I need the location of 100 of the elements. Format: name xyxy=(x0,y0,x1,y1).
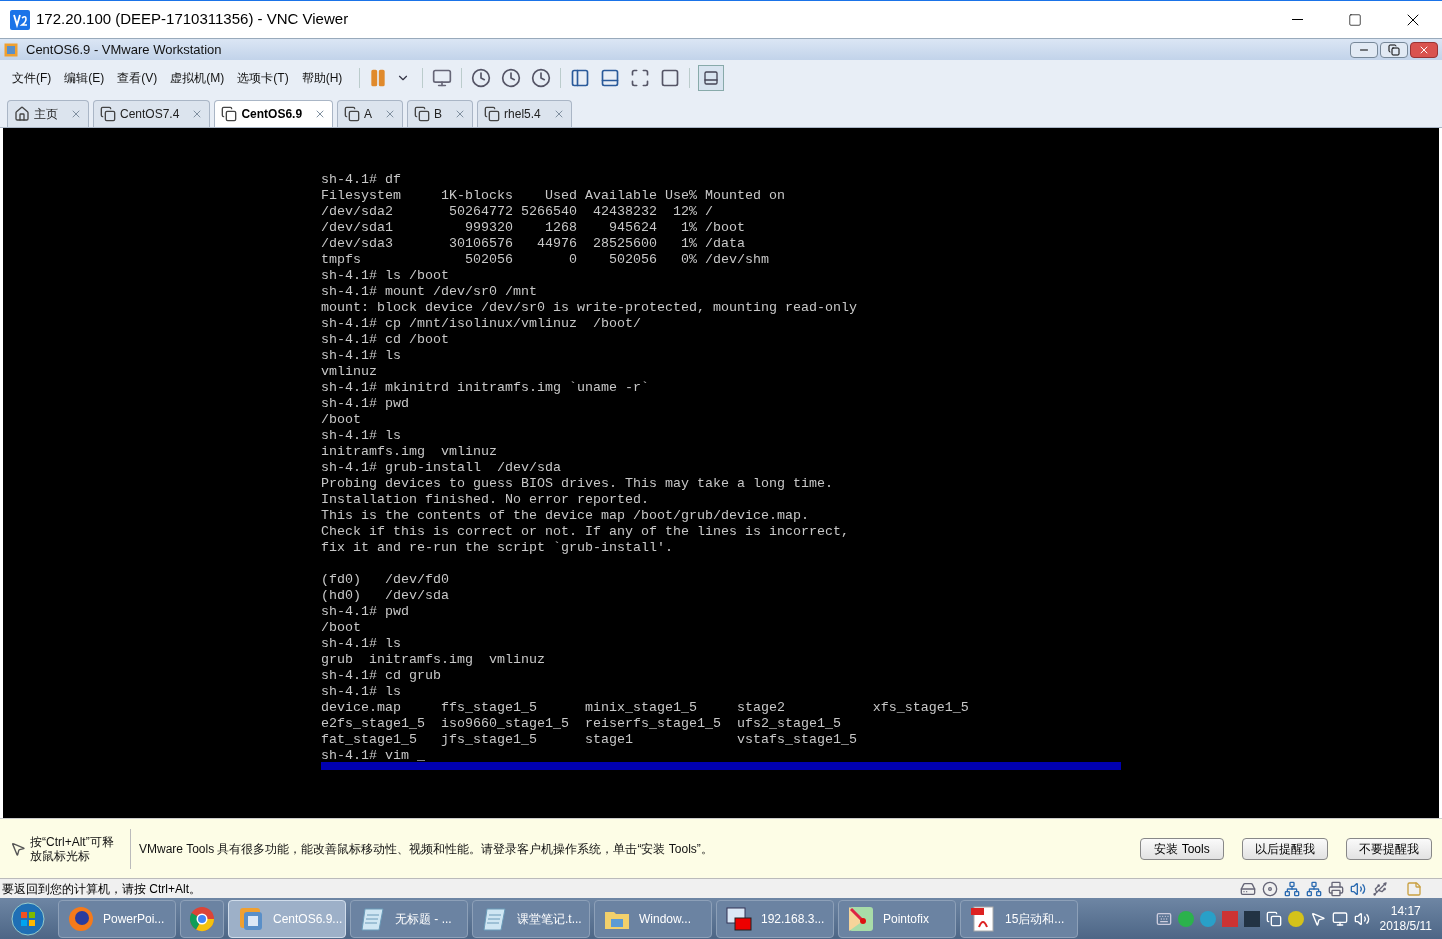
notice-button[interactable]: 不要提醒我 xyxy=(1346,837,1432,860)
terminal-line: /boot xyxy=(321,620,361,636)
thumbnail-bar-icon[interactable] xyxy=(600,68,621,88)
notice-button[interactable]: 安装 Tools xyxy=(1140,837,1224,860)
taskbar-label: PowerPoi... xyxy=(103,910,165,928)
keyboard-icon[interactable] xyxy=(1155,910,1172,927)
terminal-line: device.map ffs_stage1_5 minix_stage1_5 stage2 xfs_stage1_5 xyxy=(321,700,969,716)
minimize-button[interactable] xyxy=(1350,41,1378,58)
tab-label: CentOS6.9 xyxy=(241,106,303,123)
clock-date: 2018/5/11 xyxy=(1379,918,1432,934)
disc-icon[interactable] xyxy=(1262,880,1278,897)
restore-button[interactable] xyxy=(1380,41,1408,58)
close-button[interactable] xyxy=(1410,41,1438,58)
home-icon xyxy=(14,106,30,122)
start-orb-icon xyxy=(11,901,45,936)
terminal-line: sh-4.1# grub-install /dev/sda xyxy=(321,460,561,476)
speaker-icon[interactable] xyxy=(1350,880,1366,897)
window-icon[interactable] xyxy=(1265,910,1282,927)
terminal-line: sh-4.1# ls xyxy=(321,428,401,444)
console-view-button[interactable] xyxy=(698,65,725,91)
tab[interactable]: CentOS6.9 xyxy=(214,100,334,127)
tab[interactable]: rhel5.4 xyxy=(477,100,572,127)
terminal-line: sh-4.1# pwd xyxy=(321,604,409,620)
taskbar-item[interactable]: Pointofix xyxy=(838,899,956,938)
terminal-line: vmlinuz xyxy=(321,364,377,380)
pdf-icon xyxy=(969,904,997,933)
fullscreen-icon[interactable] xyxy=(630,68,651,88)
taskbar-label: 15启动和... xyxy=(1005,910,1065,928)
terminal-line: Installation finished. No error reported. xyxy=(321,492,649,508)
taskbar-item[interactable]: PowerPoi... xyxy=(58,899,176,938)
taskbar-item[interactable]: 无标题 - ... xyxy=(350,899,468,938)
network-icon[interactable] xyxy=(1306,880,1322,897)
taskbar-item[interactable]: 15启动和... xyxy=(960,899,1078,938)
tab[interactable]: 主页 xyxy=(7,100,89,127)
network-icon[interactable] xyxy=(1284,880,1300,897)
terminal-line: sh-4.1# ls xyxy=(321,636,401,652)
clock-time: 14:17 xyxy=(1390,903,1421,919)
console-view-icon xyxy=(703,70,720,86)
menu-item[interactable]: 查看(V) xyxy=(117,69,158,87)
taskbar-label: 192.168.3... xyxy=(761,910,825,928)
app-icon xyxy=(10,9,30,30)
tab[interactable]: B xyxy=(407,100,474,127)
taskbar-label: CentOS6.9... xyxy=(273,910,343,928)
app-tray-icon[interactable] xyxy=(1243,910,1260,927)
menu-item[interactable]: 虚拟机(M) xyxy=(170,69,225,87)
terminal-line: sh-4.1# ls xyxy=(321,348,401,364)
terminal-line: sh-4.1# vim _ xyxy=(321,748,425,764)
terminal-line: (fd0) /dev/fd0 xyxy=(321,572,449,588)
snapshot-icon[interactable] xyxy=(471,68,492,88)
taskbar-item[interactable] xyxy=(180,899,224,938)
terminal-line: /dev/sda1 999320 1268 945624 1% /boot xyxy=(321,220,745,236)
terminal-line: grub initramfs.img vmlinuz xyxy=(321,652,545,668)
pointer-icon[interactable] xyxy=(1309,910,1326,927)
taskbar-label: 课堂笔记.t... xyxy=(517,910,582,928)
window-icon xyxy=(414,106,431,122)
globe-icon xyxy=(67,904,95,933)
terminal-line: /dev/sda3 30106576 44976 28525600 1% /data xyxy=(321,236,745,252)
terminal-line: Filesystem 1K-blocks Used Available Use% Mounted on xyxy=(321,188,785,204)
terminal-line: sh-4.1# pwd xyxy=(321,396,409,412)
clock[interactable]: 14:17 2018/5/11 xyxy=(1379,903,1432,934)
tab-label: A xyxy=(364,106,373,123)
vm-console[interactable] xyxy=(3,128,1439,818)
sidebar-icon[interactable] xyxy=(570,68,591,88)
menu-item[interactable]: 选项卡(T) xyxy=(237,69,289,87)
menu-item[interactable]: 文件(F) xyxy=(12,69,52,87)
taskbar-item[interactable]: Window... xyxy=(594,899,712,938)
close-icon[interactable] xyxy=(70,108,82,120)
taskbar-item[interactable]: 192.168.3... xyxy=(716,899,834,938)
tab[interactable]: CentOS7.4 xyxy=(93,100,211,127)
app-tray-icon[interactable] xyxy=(1287,910,1304,927)
terminal-line: sh-4.1# mount /dev/sr0 /mnt xyxy=(321,284,537,300)
network-icon[interactable] xyxy=(1331,910,1348,927)
restore-icon xyxy=(1388,43,1400,56)
terminal-line: Check if this is correct or not. If any of the lines is incorrect, xyxy=(321,524,849,540)
tab-label: rhel5.4 xyxy=(504,106,541,123)
taskbar-item[interactable]: 课堂笔记.t... xyxy=(472,899,590,938)
terminal-line: fat_stage1_5 jfs_stage1_5 stage1 vstafs_stage1_5 xyxy=(321,732,857,748)
squares-icon xyxy=(4,42,18,57)
tab[interactable]: A xyxy=(337,100,404,127)
speaker-icon[interactable] xyxy=(1353,910,1370,927)
window-title: 172.20.100 (DEEP-1710311356) - VNC Viewer xyxy=(36,9,349,30)
printer-icon[interactable] xyxy=(1328,880,1344,897)
maximize-icon xyxy=(1348,12,1362,27)
taskbar-label: Pointofix xyxy=(883,910,930,928)
drive-icon[interactable] xyxy=(1240,880,1256,897)
terminal-line: fix it and re-run the script `grub-install'. xyxy=(321,540,673,556)
menu-item[interactable]: 编辑(E) xyxy=(64,69,105,87)
terminal-line: mount: block device /dev/sr0 is write-protected, mounting read-only xyxy=(321,300,857,316)
taskbar-label: 无标题 - ... xyxy=(395,910,452,928)
tab-label: B xyxy=(434,106,443,123)
usb-icon[interactable] xyxy=(1372,880,1388,897)
status-text: 要返回到您的计算机，请按 Ctrl+Alt。 xyxy=(2,880,201,898)
tab-label: CentOS7.4 xyxy=(120,106,180,123)
terminal-line: sh-4.1# mkinitrd initramfs.img `uname -r` xyxy=(321,380,649,396)
terminal-line: This is the contents of the device map /boot/grub/device.map. xyxy=(321,508,809,524)
notice-button[interactable]: 以后提醒我 xyxy=(1242,837,1328,860)
browser-icon xyxy=(188,904,216,933)
menu-item[interactable]: 帮助(H) xyxy=(301,69,343,87)
window-icon xyxy=(484,106,501,122)
hint-text: 按“Ctrl+Alt”可释放鼠标光标 xyxy=(30,834,115,863)
